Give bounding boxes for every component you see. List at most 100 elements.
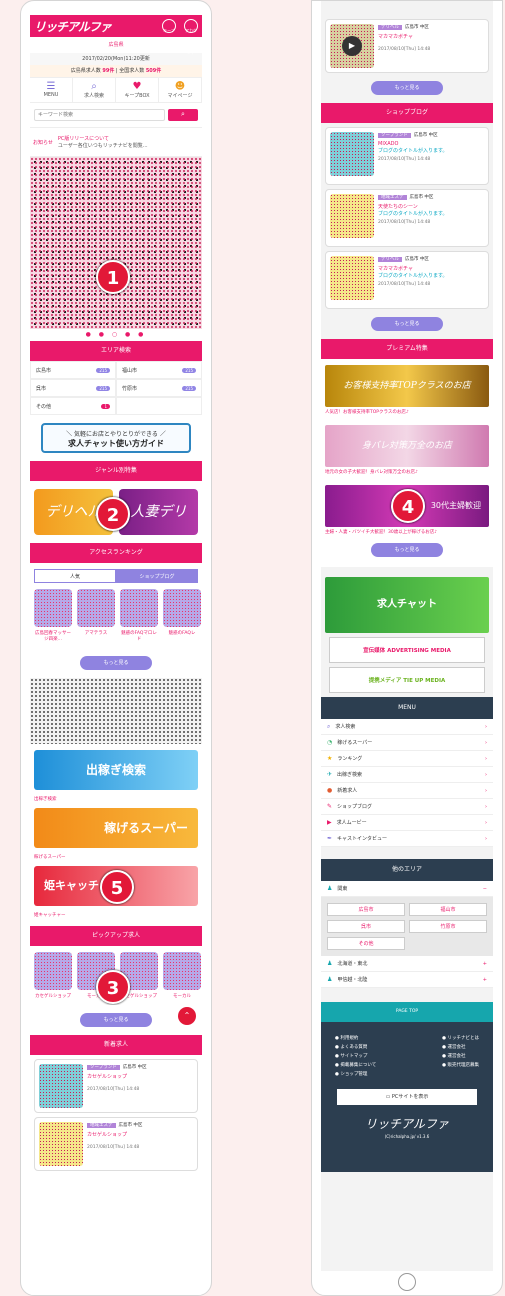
ranking-thumb xyxy=(163,589,201,627)
menu-item-new[interactable]: ● 新着求人 › xyxy=(321,783,493,799)
account-icon[interactable]: アカウント xyxy=(184,19,198,55)
area-button[interactable]: 呉市 xyxy=(327,920,405,933)
area-item[interactable]: 福山市 215 xyxy=(116,361,202,379)
footer-link[interactable]: ● サイトマップ xyxy=(335,1052,376,1061)
scroll-top-button[interactable]: ⌃ xyxy=(178,1007,196,1025)
ranking-card[interactable]: 広島回春マッサージ四楽... xyxy=(34,589,72,642)
menu-item-movie[interactable]: ▶ 求人ムービー › xyxy=(321,815,493,831)
nav-label: MENU xyxy=(43,92,59,98)
footer-link-text: ショップ管理 xyxy=(340,1072,368,1077)
area-button[interactable]: 竹原市 xyxy=(409,920,487,933)
footer-link[interactable]: ● 利用規約 xyxy=(335,1034,376,1043)
nav-mypage[interactable]: ☻ マイページ xyxy=(159,78,202,102)
hero-carousel[interactable]: 1 xyxy=(30,157,202,329)
ranking-more-button[interactable]: もっと見る xyxy=(80,656,152,670)
ranking-card[interactable]: アマテラス xyxy=(77,589,115,642)
new-job-item[interactable]: ソープランド 広島市 中区 カセゲルショップ 2017/08/10[Thu] 14:4… xyxy=(34,1059,198,1113)
area-count: 215 xyxy=(182,385,196,391)
blog-time: 2017/08/10[Thu] 14:48 xyxy=(378,282,431,287)
chat-guide-banner[interactable]: ＼ 気軽にお店とやりとりができる ／求人チャット使い方ガイド xyxy=(41,423,191,453)
premium-banner[interactable]: お客様支持率TOPクラスのお店 xyxy=(325,365,489,407)
page-top-button[interactable]: PAGE TOP xyxy=(321,1002,493,1022)
footer-link[interactable]: ● リッチナビとは xyxy=(442,1034,479,1043)
pickup-card[interactable]: モーカル xyxy=(163,952,201,999)
menu-item-blog[interactable]: ✎ ショップブログ › xyxy=(321,799,493,815)
ranking-card[interactable]: 魅惑のFAQマロレド xyxy=(120,589,158,642)
nav-search[interactable]: ⌕ 求人検索 xyxy=(73,78,116,102)
ranking-cards: 広島回春マッサージ四楽... アマテラス 魅惑のFAQマロレド 魅惑のFAQレ xyxy=(30,583,202,648)
search-bar: ⌕ xyxy=(30,103,202,127)
star-icon: ★ xyxy=(327,755,333,762)
carousel-dots[interactable]: ● ● ○ ● ● xyxy=(30,329,202,341)
blog-item[interactable]: 地域エステ 広島市 中区 天使たちのシーン ブログのタイトルが入ります。 2017/08… xyxy=(325,189,489,247)
feature-image[interactable] xyxy=(30,678,202,744)
blog-item[interactable]: デリヘル 広島市 中区 マカマカボチャ ブログのタイトルが入ります。 2017/08/1… xyxy=(325,251,489,309)
movie-more-button[interactable]: もっと見る xyxy=(371,81,443,95)
job-area: 広島市 中区 xyxy=(122,1065,147,1070)
notice-bar[interactable]: お知らせ PC版リリースについて ユーザー各位いつもリッチナビを閲覧... xyxy=(30,127,202,157)
area-name: 呉市 xyxy=(36,385,47,392)
premium-banner[interactable]: 身バレ対策万全のお店 xyxy=(325,425,489,467)
area-item[interactable]: その他 1 xyxy=(30,397,116,415)
pc-site-button[interactable]: ▭ PCサイトを表示 xyxy=(337,1089,477,1105)
blog-area: 広島市 中区 xyxy=(413,133,438,138)
footer-link[interactable]: ● 販売代理店募集 xyxy=(442,1061,479,1070)
area-item[interactable]: 広島市 215 xyxy=(30,361,116,379)
app-logo[interactable]: リッチアルファ xyxy=(34,18,112,35)
advertising-media-banner[interactable]: 宣伝媒体 ADVERTISING MEDIA xyxy=(329,637,485,663)
premium-heading: プレミアム特集 xyxy=(321,339,493,359)
pickup-card[interactable]: カセゲルショップ xyxy=(34,952,72,999)
new-job-item[interactable]: 地域エステ 広島市 中区 カセゲルショップ 2017/08/10[Thu] 14:48 xyxy=(34,1117,198,1171)
region-koshinetsu[interactable]: ♟ 甲信越・北陸 + xyxy=(321,972,493,988)
premium-more-button[interactable]: もっと見る xyxy=(371,543,443,557)
footer-link[interactable]: ● ショップ管理 xyxy=(335,1070,376,1079)
quill-icon: ✒ xyxy=(327,835,333,842)
callout-badge-3: 3 xyxy=(96,970,130,1004)
ranking-heading: アクセスランキング xyxy=(30,543,202,563)
menu-item-ranking[interactable]: ★ ランキング › xyxy=(321,751,493,767)
area-item[interactable]: 竹原市 215 xyxy=(116,379,202,397)
super-banner[interactable]: 稼げるスーパー xyxy=(34,808,198,848)
menu-label: 新着求人 xyxy=(337,788,358,794)
menu-item-dekasegi[interactable]: ✈ 出稼ぎ検索 › xyxy=(321,767,493,783)
tab-shopblog[interactable]: ショップブログ xyxy=(116,569,198,583)
area-name: 広島市 xyxy=(36,367,52,374)
area-search-heading: エリア検索 xyxy=(30,341,202,361)
genre-hitozuma[interactable]: 人妻デリ xyxy=(119,489,198,535)
menu-item-interview[interactable]: ✒ キャストインタビュー › xyxy=(321,831,493,847)
home-button[interactable] xyxy=(398,1273,416,1291)
search-input[interactable] xyxy=(34,109,165,121)
blog-item[interactable]: ソープランド 広島市 中区 MIXADO ブログのタイトルが入ります。 2017/08/… xyxy=(325,127,489,185)
footer-link[interactable]: ● よくある質問 xyxy=(335,1043,376,1052)
keep-icon[interactable]: キープ xyxy=(162,19,176,33)
footer-link[interactable]: ● 運営会社 xyxy=(442,1043,479,1052)
blog-more-button[interactable]: もっと見る xyxy=(371,317,443,331)
pickup-more-button[interactable]: もっと見る xyxy=(80,1013,152,1027)
chat-banner[interactable]: 求人チャット xyxy=(325,577,489,633)
ranking-card[interactable]: 魅惑のFAQレ xyxy=(163,589,201,642)
area-item[interactable]: 呉市 215 xyxy=(30,379,116,397)
location-label[interactable]: 広島県 xyxy=(30,37,202,53)
movie-item[interactable]: ▶ デリヘル 広島市 中区 マカマカボチャ 2017/08/10[Thu] 14:48 xyxy=(325,19,489,73)
search-button[interactable]: ⌕ xyxy=(168,109,198,121)
area-button[interactable]: 広島市 xyxy=(327,903,405,916)
footer-link[interactable]: ● 掲載募集について xyxy=(335,1061,376,1070)
chat-banner-main: 求人チャット使い方ガイド xyxy=(68,439,164,448)
menu-item-search[interactable]: ⌕ 求人検索 › xyxy=(321,719,493,735)
nav-menu[interactable]: ☰ MENU xyxy=(30,78,73,102)
hime-catcher-banner[interactable]: 姫キャッチャー 5 xyxy=(34,866,198,906)
region-hokkaido[interactable]: ♟ 北海道・東北 + xyxy=(321,956,493,972)
play-icon[interactable]: ▶ xyxy=(342,36,362,56)
region-label: 甲信越・北陸 xyxy=(337,977,368,983)
area-button[interactable]: 福山市 xyxy=(409,903,487,916)
region-kanto[interactable]: ♟ 関東 − xyxy=(321,881,493,897)
area-button[interactable]: その他 xyxy=(327,937,405,950)
dekasegi-banner[interactable]: 出稼ぎ検索 xyxy=(34,750,198,790)
footer-link[interactable]: ● 運営会社 xyxy=(442,1052,479,1061)
blog-area: 広島市 中区 xyxy=(405,257,429,262)
tieup-media-banner[interactable]: 提携メディア TIE UP MEDIA xyxy=(329,667,485,693)
premium-banner[interactable]: 30代主婦歓迎 4 xyxy=(325,485,489,527)
nav-keep[interactable]: ♥ キープBOX xyxy=(116,78,159,102)
menu-item-super[interactable]: ◔ 稼げるスーパー › xyxy=(321,735,493,751)
tab-popular[interactable]: 人気 xyxy=(34,569,116,583)
